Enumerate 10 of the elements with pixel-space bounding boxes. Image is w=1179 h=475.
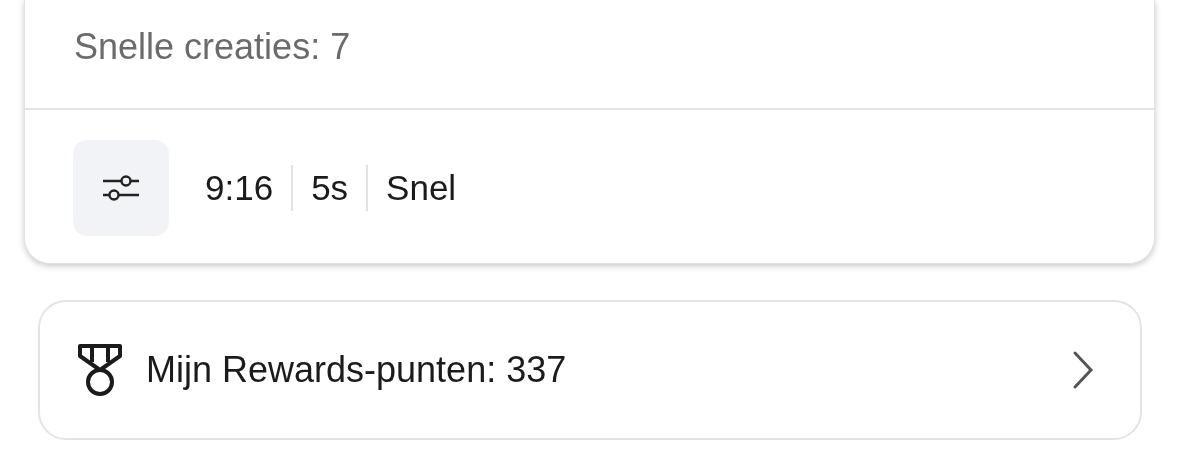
option-button[interactable]: 9:16	[187, 158, 292, 218]
settings-button[interactable]	[73, 140, 169, 236]
medal-icon	[76, 342, 124, 398]
sliders-icon	[101, 172, 141, 204]
rewards-row[interactable]: Mijn Rewards-punten: 337	[38, 300, 1142, 440]
option-button[interactable]: 5s	[293, 158, 367, 218]
option-button[interactable]: Snel	[368, 158, 475, 218]
rewards-points-label: Mijn Rewards-punten: 337	[146, 349, 568, 391]
chevron-right-icon	[1072, 350, 1094, 390]
quick-creations-count: Snelle creaties: 7	[73, 25, 352, 69]
